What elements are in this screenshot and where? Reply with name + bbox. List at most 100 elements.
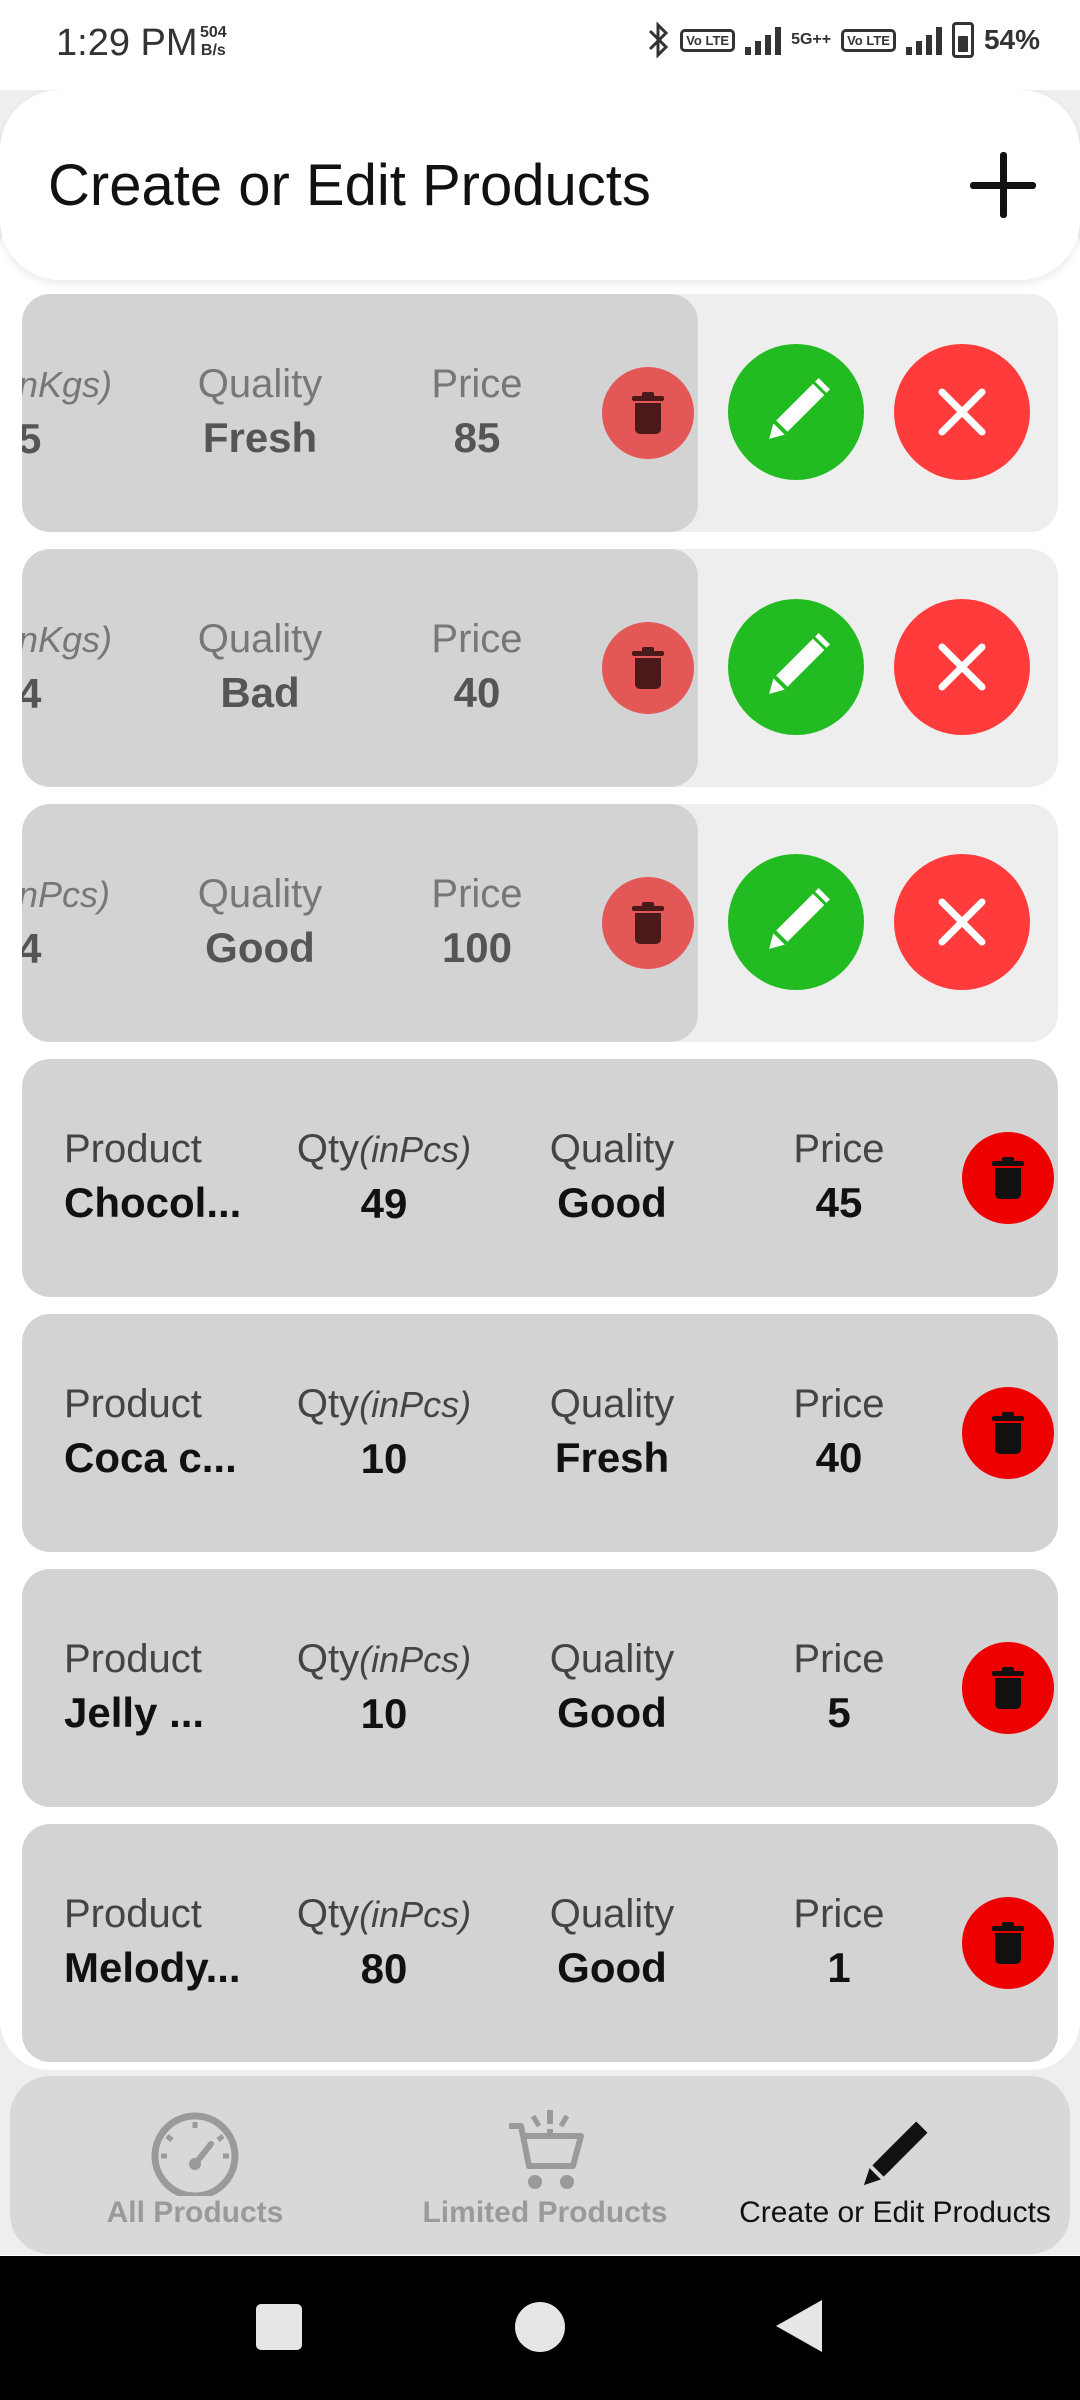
product-label: Product	[64, 1637, 202, 1681]
qty-column: nPcs) 4	[22, 870, 128, 977]
price-label: Price	[431, 872, 523, 916]
price-column: Price 1	[754, 1890, 924, 1996]
quality-column: Quality Good	[522, 1125, 702, 1231]
quality-column: Quality Bad	[170, 615, 350, 721]
edit-button[interactable]	[728, 344, 864, 480]
qty-value: 10	[360, 1435, 408, 1482]
speedometer-icon	[151, 2112, 239, 2196]
qty-value: 4	[22, 925, 42, 972]
cart-icon	[509, 2110, 584, 2189]
quality-value: Fresh	[554, 1434, 670, 1481]
qty-label: nKgs)	[22, 364, 113, 405]
qty-column: Qty(inPcs) 10	[284, 1380, 484, 1487]
tab-label: Limited Products	[422, 2196, 668, 2229]
recents-button[interactable]	[256, 2304, 302, 2350]
product-column: Product Jelly ...	[64, 1635, 264, 1741]
quality-value: Good	[205, 924, 315, 971]
price-value: 85	[453, 414, 501, 461]
tab-all-products[interactable]: All Products	[30, 2076, 360, 2254]
qty-unit: (inPcs)	[359, 1384, 472, 1425]
pencil-icon	[863, 2121, 928, 2186]
pencil-icon	[769, 378, 830, 439]
qty-value: 49	[360, 1180, 408, 1227]
qty-label: nKgs)	[22, 619, 113, 660]
quality-column: Quality Fresh	[522, 1380, 702, 1486]
quality-value: Good	[557, 1689, 667, 1736]
trash-icon	[632, 902, 664, 944]
status-bar: 1:29 PM 504 B/s Vo LTE 5G++ Vo LTE 54%	[0, 0, 1080, 90]
quality-value: Good	[557, 1944, 667, 1991]
back-button[interactable]	[776, 2300, 822, 2352]
list-item[interactable]: Product Melody... Qty(inPcs) 80 Quality …	[22, 1824, 1058, 2062]
list-item[interactable]: Product Jelly ... Qty(inPcs) 10 Quality …	[22, 1569, 1058, 1807]
list-item-swiped[interactable]: nKgs) 4 Quality Bad Price 40	[22, 549, 1058, 787]
qty-column: Qty(inPcs) 10	[284, 1635, 484, 1742]
price-value: 40	[453, 669, 501, 716]
pencil-icon	[769, 633, 830, 694]
quality-column: Quality Good	[522, 1890, 702, 1996]
list-item[interactable]: Product Chocol... Qty(inPcs) 49 Quality …	[22, 1059, 1058, 1297]
trash-icon	[632, 392, 664, 434]
cancel-swipe-button[interactable]	[894, 599, 1030, 735]
delete-button[interactable]	[602, 367, 694, 459]
trash-icon	[992, 1412, 1024, 1454]
quality-label: Quality	[549, 1382, 675, 1426]
qty-unit: (inPcs)	[359, 1639, 472, 1680]
price-label: Price	[793, 1892, 885, 1936]
delete-button[interactable]	[602, 877, 694, 969]
price-value: 40	[815, 1434, 863, 1481]
trash-icon	[992, 1667, 1024, 1709]
edit-button[interactable]	[728, 854, 864, 990]
product-column: Product Melody...	[64, 1890, 264, 1996]
trash-icon	[992, 1922, 1024, 1964]
tab-limited-products[interactable]: Limited Products	[380, 2076, 710, 2254]
cancel-swipe-button[interactable]	[894, 344, 1030, 480]
qty-unit: (inPcs)	[359, 1129, 472, 1170]
delete-button[interactable]	[962, 1897, 1054, 1989]
quality-label: Quality	[549, 1127, 675, 1171]
qty-label: nPcs)	[22, 874, 111, 915]
qty-value: 80	[360, 1945, 408, 1992]
product-value: Melody...	[64, 1944, 241, 1991]
cancel-swipe-button[interactable]	[894, 854, 1030, 990]
price-value: 45	[815, 1179, 863, 1226]
battery-percent: 54%	[983, 24, 1040, 55]
product-value: Coca c...	[64, 1434, 237, 1481]
signal-icon	[745, 25, 782, 55]
quality-column: Quality Good	[522, 1635, 702, 1741]
signal-icon-2	[905, 25, 942, 55]
tab-create-or-edit-products[interactable]: Create or Edit Products	[730, 2076, 1060, 2254]
add-product-button[interactable]	[970, 152, 1036, 218]
price-value: 5	[827, 1689, 851, 1736]
trash-icon	[992, 1157, 1024, 1199]
tab-label: Create or Edit Products	[739, 2196, 1051, 2229]
home-button[interactable]	[515, 2302, 565, 2352]
price-column: Price 40	[754, 1380, 924, 1486]
quality-value: Bad	[220, 669, 300, 716]
price-label: Price	[793, 1637, 885, 1681]
product-label: Product	[64, 1892, 202, 1936]
product-label: Product	[64, 1382, 202, 1426]
qty-value: 10	[360, 1690, 408, 1737]
network-speed: 504 B/s	[200, 24, 227, 60]
price-column: Price 45	[754, 1125, 924, 1231]
delete-button[interactable]	[962, 1132, 1054, 1224]
list-item-content[interactable]: nKgs) 4 Quality Bad Price 40	[22, 549, 698, 787]
quality-label: Quality	[549, 1892, 675, 1936]
qty-unit: (inPcs)	[359, 1894, 472, 1935]
list-item-content[interactable]: nPcs) 4 Quality Good Price 100	[22, 804, 698, 1042]
list-item-content[interactable]: nKgs) 5 Quality Fresh Price 85	[22, 294, 698, 532]
quality-value: Fresh	[202, 414, 318, 461]
delete-button[interactable]	[962, 1387, 1054, 1479]
price-label: Price	[431, 362, 523, 406]
pencil-icon	[769, 888, 830, 949]
list-item[interactable]: Product Coca c... Qty(inPcs) 10 Quality …	[22, 1314, 1058, 1552]
delete-button[interactable]	[962, 1642, 1054, 1734]
edit-button[interactable]	[728, 599, 864, 735]
list-item-swiped[interactable]: nPcs) 4 Quality Good Price 100	[22, 804, 1058, 1042]
delete-button[interactable]	[602, 622, 694, 714]
list-item-swiped[interactable]: nKgs) 5 Quality Fresh Price 85	[22, 294, 1058, 532]
volte-icon-2: Vo LTE	[841, 28, 896, 52]
price-column: Price 5	[754, 1635, 924, 1741]
quality-column: Quality Good	[170, 870, 350, 976]
